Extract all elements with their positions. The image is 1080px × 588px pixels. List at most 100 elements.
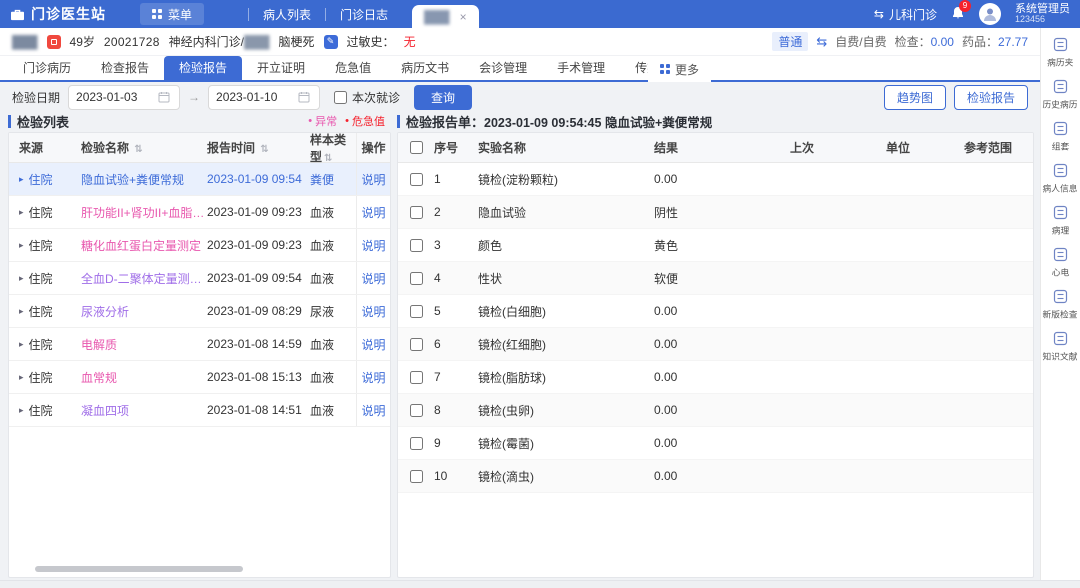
- this-visit-checkbox[interactable]: [334, 91, 347, 104]
- col-name[interactable]: 检验名称 ⇅: [81, 139, 207, 156]
- search-button[interactable]: 查询: [414, 85, 472, 110]
- user-info[interactable]: 系统管理员 123456: [1015, 3, 1070, 25]
- row-checkbox[interactable]: [410, 305, 423, 318]
- report-row[interactable]: 8 镜检(虫卵) 0.00: [398, 394, 1033, 427]
- caret-right-icon[interactable]: ▸: [19, 174, 24, 185]
- row-checkbox[interactable]: [410, 239, 423, 252]
- caret-right-icon[interactable]: ▸: [19, 405, 24, 416]
- caret-right-icon[interactable]: ▸: [19, 372, 24, 383]
- row-checkbox[interactable]: [410, 206, 423, 219]
- outpatient-doctor-workstation: 门诊医生站 菜单 病人列表 门诊日志 ███ × ⇆ 儿科门诊 9: [0, 0, 1080, 588]
- caret-right-icon[interactable]: ▸: [19, 207, 24, 218]
- row-test-name[interactable]: 凝血四项: [81, 402, 207, 419]
- lab-list-row[interactable]: ▸住院 尿液分析 2023-01-09 08:29 尿液 说明: [9, 295, 390, 328]
- lab-list-row[interactable]: ▸住院 肝功能II+肾功II+血脂血糖... 2023-01-09 09:23 …: [9, 196, 390, 229]
- function-tab[interactable]: 会诊管理: [464, 56, 542, 80]
- date-to-input[interactable]: [216, 90, 294, 104]
- dept-switch-button[interactable]: ⇆ 儿科门诊: [874, 6, 937, 23]
- explain-link[interactable]: 说明: [361, 237, 385, 254]
- rail-item[interactable]: 历史病历: [1041, 79, 1080, 111]
- report-row[interactable]: 3 颜色 黄色: [398, 229, 1033, 262]
- horizontal-scrollbar[interactable]: [35, 566, 243, 572]
- rail-item[interactable]: 病历夹: [1041, 37, 1080, 69]
- row-checkbox[interactable]: [410, 437, 423, 450]
- fee-type-badge[interactable]: 普通: [772, 32, 808, 51]
- explain-link[interactable]: 说明: [361, 204, 385, 221]
- row-checkbox[interactable]: [410, 338, 423, 351]
- rail-item-label: 知识文献: [1043, 350, 1078, 363]
- active-patient-tab[interactable]: ███ ×: [412, 5, 479, 28]
- report-row[interactable]: 2 隐血试验 阴性: [398, 196, 1033, 229]
- row-test-name[interactable]: 尿液分析: [81, 303, 207, 320]
- rail-item[interactable]: 组套: [1041, 121, 1080, 153]
- nav-patient-list[interactable]: 病人列表: [253, 6, 321, 23]
- date-from-input[interactable]: [76, 90, 154, 104]
- lab-list-row[interactable]: ▸住院 隐血试验+粪便常规 2023-01-09 09:54 粪便 说明: [9, 163, 390, 196]
- report-row[interactable]: 6 镜检(红细胞) 0.00: [398, 328, 1033, 361]
- explain-link[interactable]: 说明: [361, 270, 385, 287]
- fee-swap-icon[interactable]: ⇆: [816, 34, 827, 50]
- lab-list-row[interactable]: ▸住院 凝血四项 2023-01-08 14:51 血液 说明: [9, 394, 390, 427]
- lab-list-row[interactable]: ▸住院 全血D-二聚体定量测定(D-... 2023-01-09 09:54 血…: [9, 262, 390, 295]
- row-checkbox[interactable]: [410, 371, 423, 384]
- row-checkbox[interactable]: [410, 173, 423, 186]
- caret-right-icon[interactable]: ▸: [19, 339, 24, 350]
- report-row[interactable]: 7 镜检(脂肪球) 0.00: [398, 361, 1033, 394]
- report-row[interactable]: 4 性状 软便: [398, 262, 1033, 295]
- rail-item[interactable]: 心电: [1041, 247, 1080, 279]
- explain-link[interactable]: 说明: [361, 336, 385, 353]
- explain-link[interactable]: 说明: [361, 402, 385, 419]
- function-tab[interactable]: 手术管理: [542, 56, 620, 80]
- row-checkbox[interactable]: [410, 272, 423, 285]
- row-test-name[interactable]: 血常规: [81, 369, 207, 386]
- row-test-name[interactable]: 隐血试验+粪便常规: [81, 171, 207, 188]
- edit-icon[interactable]: ✎: [324, 35, 338, 49]
- avatar[interactable]: [979, 3, 1001, 25]
- row-test-name[interactable]: 全血D-二聚体定量测定(D-...: [81, 270, 207, 287]
- function-tab[interactable]: 检查报告: [86, 56, 164, 80]
- function-tab[interactable]: 门诊病历: [8, 56, 86, 80]
- row-checkbox[interactable]: [410, 404, 423, 417]
- trend-chart-button[interactable]: 趋势图: [884, 85, 946, 110]
- lab-list-row[interactable]: ▸住院 电解质 2023-01-08 14:59 血液 说明: [9, 328, 390, 361]
- explain-link[interactable]: 说明: [361, 303, 385, 320]
- row-checkbox[interactable]: [410, 470, 423, 483]
- row-test-name[interactable]: 糖化血红蛋白定量测定: [81, 237, 207, 254]
- lab-report-button[interactable]: 检验报告: [954, 85, 1028, 110]
- report-row[interactable]: 9 镜检(霉菌) 0.00: [398, 427, 1033, 460]
- lab-list-row[interactable]: ▸住院 糖化血红蛋白定量测定 2023-01-09 09:23 血液 说明: [9, 229, 390, 262]
- caret-right-icon[interactable]: ▸: [19, 306, 24, 317]
- function-tab[interactable]: 病历文书: [386, 56, 464, 80]
- notification-badge: 9: [959, 0, 971, 12]
- caret-right-icon[interactable]: ▸: [19, 240, 24, 251]
- row-test-name[interactable]: 电解质: [81, 336, 207, 353]
- report-row[interactable]: 10 镜检(滴虫) 0.00: [398, 460, 1033, 493]
- close-icon[interactable]: ×: [460, 10, 467, 24]
- caret-right-icon[interactable]: ▸: [19, 273, 24, 284]
- function-tab[interactable]: 危急值: [320, 56, 386, 80]
- nav-clinic-log[interactable]: 门诊日志: [330, 6, 398, 23]
- row-exp-name: 镜检(霉菌): [478, 435, 654, 452]
- menu-button[interactable]: 菜单: [140, 3, 204, 25]
- col-time[interactable]: 报告时间 ⇅: [207, 139, 310, 156]
- date-from-field[interactable]: [68, 85, 180, 110]
- rail-item[interactable]: 病人信息: [1041, 163, 1080, 195]
- rail-item[interactable]: 知识文献: [1041, 331, 1080, 363]
- report-row[interactable]: 1 镜检(淀粉颗粒) 0.00: [398, 163, 1033, 196]
- explain-link[interactable]: 说明: [361, 369, 385, 386]
- lab-list-row[interactable]: ▸住院 血常规 2023-01-08 15:13 血液 说明: [9, 361, 390, 394]
- rail-item[interactable]: 新版检查: [1041, 289, 1080, 321]
- tab-more[interactable]: 更多: [648, 57, 711, 81]
- calendar-icon: [298, 91, 310, 103]
- date-to-field[interactable]: [208, 85, 320, 110]
- row-exp-name: 镜检(白细胞): [478, 303, 654, 320]
- report-row[interactable]: 5 镜检(白细胞) 0.00: [398, 295, 1033, 328]
- select-all-checkbox[interactable]: [410, 141, 423, 154]
- function-tab[interactable]: 检验报告: [164, 56, 242, 80]
- explain-link[interactable]: 说明: [361, 171, 385, 188]
- notification-bell[interactable]: 9: [951, 6, 965, 23]
- row-test-name[interactable]: 肝功能II+肾功II+血脂血糖...: [81, 204, 207, 221]
- col-sample[interactable]: 样本类型⇅: [310, 132, 356, 165]
- rail-item[interactable]: 病理: [1041, 205, 1080, 237]
- function-tab[interactable]: 开立证明: [242, 56, 320, 80]
